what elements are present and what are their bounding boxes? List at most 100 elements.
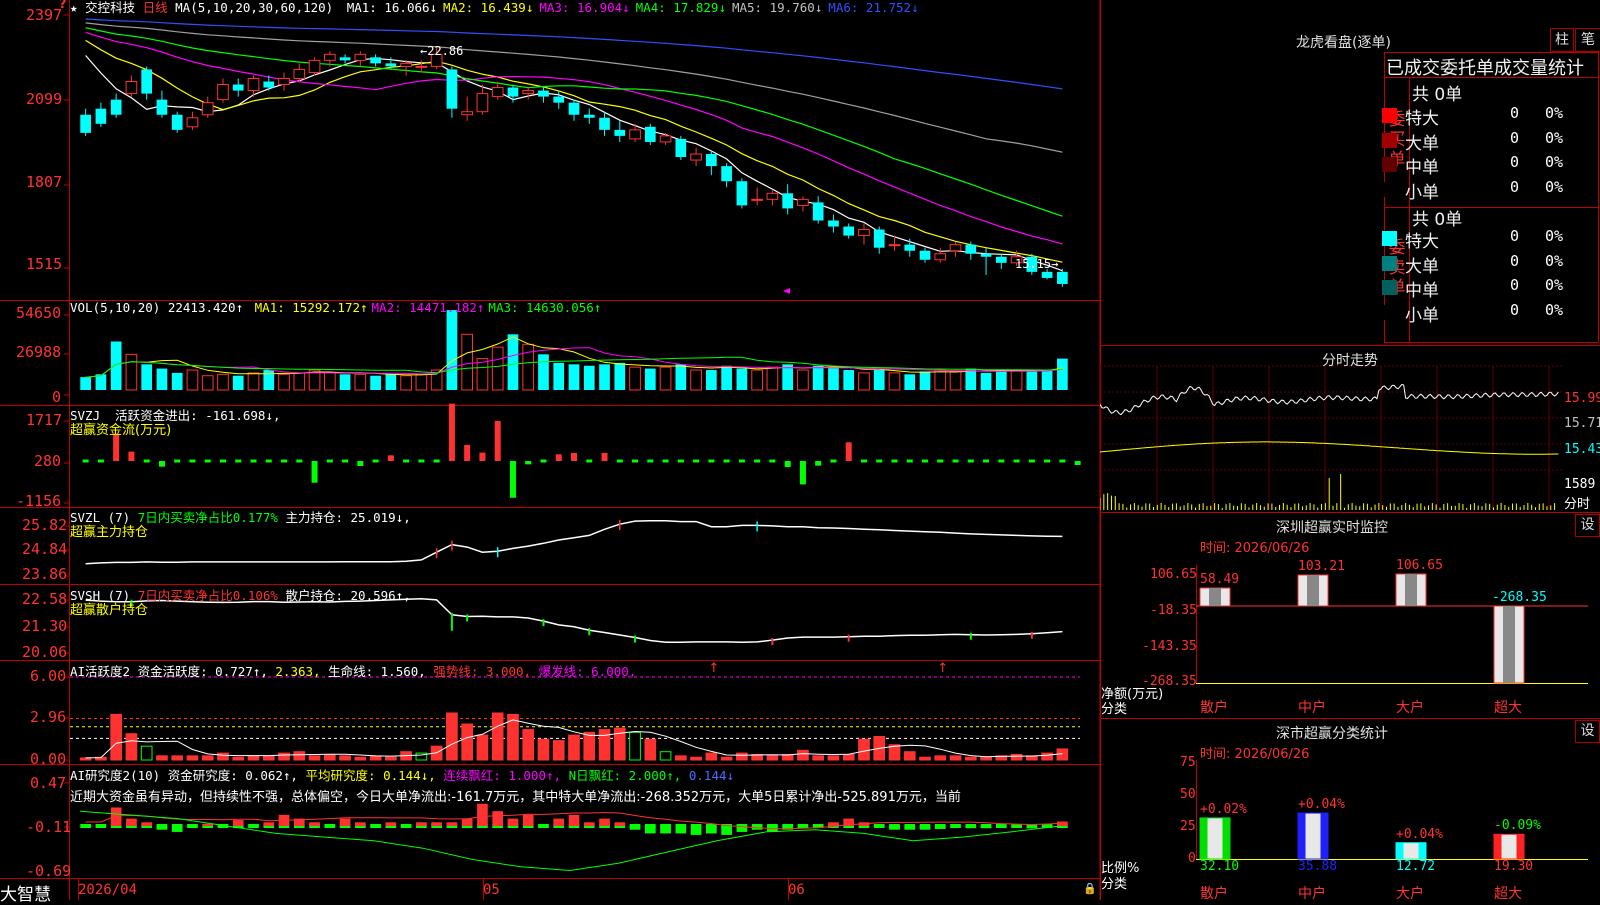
tick-mode-button[interactable]: 笔 — [1575, 28, 1600, 52]
activity-bar — [705, 752, 718, 761]
monitor-settings-button[interactable]: 设 — [1575, 514, 1600, 537]
svzj-bar — [555, 454, 562, 461]
classify-value-4: 19.30 — [1494, 859, 1534, 874]
activity-bar — [369, 755, 382, 761]
star-icon[interactable]: ★ — [70, 0, 78, 15]
ai2-v4: 2.000↑, — [628, 768, 682, 783]
volume-bar — [507, 334, 519, 390]
svzj-bar — [387, 455, 394, 461]
svzj-value: -161.698↓, — [205, 408, 281, 423]
svzj-bar — [525, 461, 532, 465]
research-bar — [492, 811, 504, 826]
svsh-tick-3: 20.06 — [22, 643, 68, 661]
buy-row-label-1: 特大 — [1405, 109, 1439, 129]
candle-body-down — [614, 129, 626, 136]
activity-bar — [629, 731, 641, 761]
ai2-comment: 近期大资金虽有异动，但持续性不强，总体偏空，今日大单净流出:-161.7万元，其… — [70, 790, 961, 805]
classify-bar-left-shade — [1298, 813, 1306, 859]
vol-title: VOL(5,10,20) — [70, 300, 161, 315]
volume-bar — [980, 372, 992, 390]
classify-tick-1: 75 — [1180, 755, 1196, 770]
svsh-value: 20.596↑, — [350, 588, 411, 603]
research-bar — [461, 818, 473, 826]
volume-bar — [370, 375, 381, 390]
candle-body-up — [751, 198, 763, 201]
ai2-v1: 0.062↑, — [245, 768, 298, 783]
activity-bar — [461, 723, 474, 761]
period-label[interactable]: 日线 — [143, 0, 168, 15]
volume-bar — [934, 369, 947, 391]
activity-bar — [339, 755, 351, 761]
classify-x-unit: 分类 — [1101, 877, 1128, 892]
classify-delta-4: -0.09% — [1494, 818, 1541, 834]
candle-body-up — [659, 135, 672, 143]
activity-bar — [232, 756, 245, 761]
research-bar — [1026, 826, 1038, 829]
monitor-cat-1: 散户 — [1200, 700, 1228, 716]
research-bar — [583, 822, 595, 826]
svzj-bar — [815, 461, 822, 466]
candle-body-down — [736, 181, 748, 206]
price-tick-1: 2397 — [26, 6, 63, 24]
classify-bar-left-shade — [1396, 842, 1404, 859]
lock-icon[interactable]: 🔒 — [1083, 882, 1097, 895]
pointer-icon — [783, 288, 790, 294]
ai2-v2: 0.144↓, — [383, 768, 436, 783]
buy-row-swatch-3 — [1382, 157, 1397, 172]
candle-body-down — [919, 250, 931, 260]
monitor-chart — [1196, 565, 1588, 684]
buy-row-count-2: 0 — [1510, 128, 1520, 147]
ma-line-MA2 — [85, 39, 1063, 263]
stock-name[interactable]: 交控科技 — [85, 0, 135, 15]
ai1-tick-3: 0.00 — [30, 750, 67, 768]
activity-bar — [583, 731, 596, 761]
research-bar — [110, 807, 122, 826]
monitor-value-2: 103.21 — [1298, 558, 1345, 574]
sell-row-count-4: 0 — [1510, 300, 1520, 319]
svzl-label2: 主力持仓: — [285, 510, 343, 525]
volume-bar — [812, 365, 824, 390]
candle-body-up — [461, 111, 474, 116]
candle-body-down — [110, 99, 122, 115]
candle-body-down — [385, 63, 397, 67]
classify-bar-left-shade — [1200, 817, 1208, 859]
sell-row-pct-4: 0% — [1545, 300, 1564, 319]
candle-body-down — [644, 126, 656, 142]
vol-tick-2: 26988 — [16, 343, 62, 361]
svsh-line — [85, 598, 1063, 646]
volume-bar — [1010, 369, 1023, 391]
candle-body-down — [706, 154, 717, 167]
classify-bar-right-shade — [1418, 842, 1426, 859]
activity-bar — [537, 738, 550, 761]
monitor-value-4: -268.35 — [1492, 590, 1547, 605]
classify-cat-2: 中户 — [1298, 886, 1326, 902]
ai-research-bars — [79, 803, 1068, 872]
candle-body-down — [232, 84, 244, 91]
sell-row-pct-2: 0% — [1545, 251, 1564, 270]
candle-body-up — [217, 84, 229, 101]
bar-mode-button[interactable]: 柱 — [1550, 28, 1574, 52]
svzl-tick-1: 25.82 — [22, 516, 68, 534]
candle-body-down — [507, 87, 519, 97]
candle-body-up — [766, 192, 779, 200]
candle-body-up — [308, 59, 321, 73]
volume-bar — [323, 372, 336, 391]
vol-ma-items: MA1: 15292.172↑ MA2: 14471.182↑ MA3: 14630… — [251, 300, 602, 315]
activity-bar — [797, 749, 809, 761]
candle-body-down — [843, 226, 855, 236]
ma-line-MA5 — [85, 22, 1063, 153]
ma-line-MA3 — [85, 31, 1063, 245]
high-label: ←22.86 — [420, 44, 464, 58]
candle-body-down — [538, 90, 549, 97]
svzj-bar — [128, 451, 135, 461]
candle-body-down — [568, 102, 580, 115]
activity-bar — [262, 755, 275, 761]
candle-body-up — [247, 77, 260, 92]
kline-chart[interactable]: ↑ ↑ ★ 交控科技 日线 MA(5,10,20,30,60,120) MA1: … — [0, 0, 1100, 905]
buy-row-count-1: 0 — [1510, 104, 1520, 122]
svsh-sub: 超赢散户持仓 — [70, 603, 149, 618]
research-bar — [416, 822, 427, 826]
classify-settings-button[interactable]: 设 — [1575, 720, 1600, 743]
svzl-sub: 超赢主力持仓 — [70, 525, 149, 540]
sell-row-swatch-3 — [1382, 280, 1397, 295]
